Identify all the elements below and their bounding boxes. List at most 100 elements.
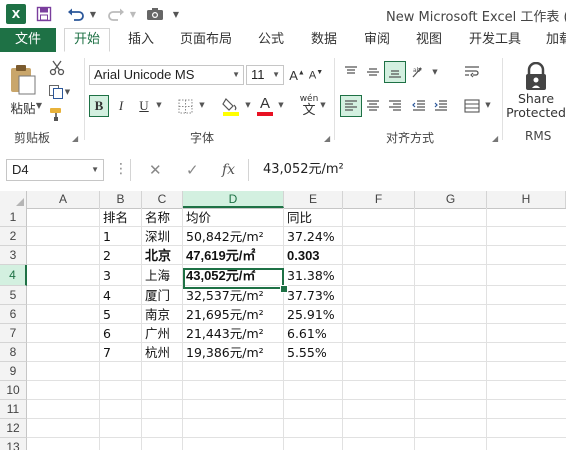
italic-button[interactable]: I	[111, 95, 131, 117]
undo-dropdown-icon[interactable]: ▼	[88, 4, 98, 24]
cell-e8-yoy[interactable]: 5.55%	[287, 343, 327, 362]
fill-handle[interactable]	[280, 285, 288, 293]
cell-b2-rank[interactable]: 1	[103, 227, 111, 246]
copy-dropdown-icon[interactable]: ▼	[65, 88, 70, 96]
tab-data[interactable]: 数据	[311, 28, 337, 52]
tab-formulas[interactable]: 公式	[258, 28, 284, 52]
share-protected-button[interactable]: Share Protected	[506, 56, 566, 126]
clipboard-dialog-launcher-icon[interactable]: ◢	[72, 134, 78, 143]
paste-dropdown-icon[interactable]: ▼	[34, 100, 44, 110]
align-left-button[interactable]	[340, 95, 362, 117]
undo-button[interactable]	[64, 4, 88, 24]
tab-view[interactable]: 视图	[416, 28, 442, 52]
font-color-dropdown-icon[interactable]: ▼	[276, 100, 286, 110]
redo-button[interactable]	[104, 4, 128, 24]
tab-review[interactable]: 审阅	[364, 28, 390, 52]
column-header-b[interactable]: B	[100, 191, 142, 208]
copy-button[interactable]: ▼	[46, 82, 72, 102]
align-bottom-button[interactable]	[384, 61, 406, 83]
cell-d1-price-header[interactable]: 均价	[186, 208, 211, 227]
cell-e3-yoy[interactable]: 0.303	[287, 246, 320, 265]
cell-d6-price[interactable]: 21,695元/m²	[186, 305, 264, 324]
font-size-combo[interactable]: 11 ▼	[246, 65, 284, 85]
cell-b4-rank[interactable]: 3	[103, 265, 111, 286]
column-header-g[interactable]: G	[415, 191, 487, 208]
align-top-button[interactable]	[340, 61, 362, 83]
tab-developer[interactable]: 开发工具	[469, 28, 521, 52]
cell-d2-price[interactable]: 50,842元/m²	[186, 227, 264, 246]
align-right-button[interactable]	[384, 95, 406, 117]
cell-b7-rank[interactable]: 6	[103, 324, 111, 343]
cell-d3-price[interactable]: 47,619元/㎡	[186, 246, 255, 265]
cell-c1-city-header[interactable]: 名称	[145, 208, 170, 227]
cell-b3-rank[interactable]: 2	[103, 246, 111, 265]
tab-addins[interactable]: 加载	[546, 28, 566, 52]
merge-dropdown-icon[interactable]: ▼	[483, 100, 493, 110]
tab-file[interactable]: 文件	[0, 28, 56, 52]
borders-dropdown-icon[interactable]: ▼	[197, 100, 207, 110]
wrap-text-button[interactable]	[461, 61, 483, 83]
orientation-button[interactable]: ab	[408, 61, 430, 83]
row-header-12[interactable]: 12	[0, 419, 27, 438]
cell-b6-rank[interactable]: 5	[103, 305, 111, 324]
grow-font-button[interactable]: A▲	[288, 65, 306, 85]
column-header-a[interactable]: A	[27, 191, 100, 208]
worksheet-grid[interactable]: ABCDEFGH 1 2 3 4 5 6 7 8 9 10 11 12 13 排名 名称 均价 同比 1 深圳 50…	[0, 191, 566, 450]
cell-c8-city[interactable]: 杭州	[145, 343, 170, 362]
row-header-3[interactable]: 3	[0, 246, 27, 265]
row-header-11[interactable]: 11	[0, 400, 27, 419]
cell-c4-city[interactable]: 上海	[145, 265, 170, 286]
cell-c5-city[interactable]: 厦门	[145, 286, 170, 305]
cell-e5-yoy[interactable]: 37.73%	[287, 286, 335, 305]
align-middle-button[interactable]	[362, 61, 384, 83]
merge-center-button[interactable]	[461, 95, 483, 117]
paste-button[interactable]: 粘贴	[6, 58, 40, 122]
column-header-h[interactable]: H	[487, 191, 566, 208]
phonetic-dropdown-icon[interactable]: ▼	[318, 100, 328, 110]
align-center-button[interactable]	[362, 95, 384, 117]
active-cell-outline[interactable]	[183, 268, 284, 289]
cell-c2-city[interactable]: 深圳	[145, 227, 170, 246]
row-header-9[interactable]: 9	[0, 362, 27, 381]
cut-button[interactable]	[46, 58, 68, 78]
orientation-dropdown-icon[interactable]: ▼	[430, 67, 440, 77]
row-header-10[interactable]: 10	[0, 381, 27, 400]
font-color-button[interactable]: A	[254, 93, 276, 119]
font-size-dropdown-icon[interactable]: ▼	[272, 66, 280, 84]
camera-button[interactable]	[144, 4, 166, 24]
row-header-1[interactable]: 1	[0, 208, 27, 227]
tab-home[interactable]: 开始	[64, 28, 110, 52]
font-name-dropdown-icon[interactable]: ▼	[232, 66, 240, 84]
row-header-5[interactable]: 5	[0, 286, 27, 305]
tab-page-layout[interactable]: 页面布局	[180, 28, 232, 52]
column-header-f[interactable]: F	[343, 191, 415, 208]
formula-input[interactable]: 43,052元/m²	[248, 159, 566, 181]
increase-indent-button[interactable]	[430, 95, 452, 117]
underline-button[interactable]: U	[134, 95, 154, 117]
column-header-e[interactable]: E	[284, 191, 343, 208]
cell-e2-yoy[interactable]: 37.24%	[287, 227, 335, 246]
underline-dropdown-icon[interactable]: ▼	[154, 100, 164, 110]
bold-button[interactable]: B	[89, 95, 109, 117]
cell-c3-city[interactable]: 北京	[145, 246, 171, 265]
cell-c6-city[interactable]: 南京	[145, 305, 170, 324]
customize-toolbar-dropdown-icon[interactable]: ▼	[170, 4, 182, 24]
cell-b1-rank-header[interactable]: 排名	[103, 208, 128, 227]
fill-color-button[interactable]	[219, 93, 243, 119]
font-name-combo[interactable]: Arial Unicode MS ▼	[89, 65, 244, 85]
cell-b5-rank[interactable]: 4	[103, 286, 111, 305]
enter-check-icon[interactable]: ✓	[186, 159, 199, 181]
format-painter-button[interactable]	[46, 104, 68, 124]
cancel-icon[interactable]: ✕	[149, 159, 162, 181]
cell-e7-yoy[interactable]: 6.61%	[287, 324, 327, 343]
tab-insert[interactable]: 插入	[128, 28, 154, 52]
alignment-dialog-launcher-icon[interactable]: ◢	[492, 134, 498, 143]
formula-bar-resize-handle[interactable]: ⋮	[114, 159, 128, 181]
cell-e6-yoy[interactable]: 25.91%	[287, 305, 335, 324]
row-header-6[interactable]: 6	[0, 305, 27, 324]
decrease-indent-button[interactable]	[408, 95, 430, 117]
cell-d7-price[interactable]: 21,443元/m²	[186, 324, 264, 343]
cell-b8-rank[interactable]: 7	[103, 343, 111, 362]
select-all-corner[interactable]	[0, 191, 27, 208]
row-header-8[interactable]: 8	[0, 343, 27, 362]
